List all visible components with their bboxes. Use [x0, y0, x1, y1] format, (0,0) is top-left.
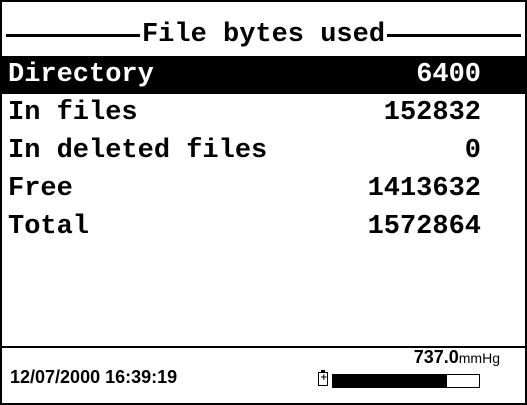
list-item-value: 1572864	[367, 212, 481, 242]
list-item-label: Total	[8, 212, 90, 242]
title-rule-left	[6, 33, 140, 37]
battery-level-fill	[333, 375, 447, 387]
file-bytes-list: Directory 6400 In files 152832 In delete…	[2, 56, 525, 246]
pressure-value: 737.0	[413, 347, 459, 367]
title-bar: File bytes used	[6, 18, 522, 52]
list-item-directory[interactable]: Directory 6400	[2, 56, 525, 94]
list-item-label: In files	[8, 98, 138, 128]
list-item-in-deleted-files[interactable]: In deleted files 0	[2, 132, 525, 170]
list-item-value: 6400	[416, 60, 481, 90]
list-item-label: Directory	[8, 60, 154, 90]
list-item-label: In deleted files	[8, 136, 268, 166]
list-item-in-files[interactable]: In files 152832	[2, 94, 525, 132]
list-item-total[interactable]: Total 1572864	[2, 208, 525, 246]
battery-level-bar	[332, 374, 480, 388]
list-item-value: 1413632	[367, 174, 481, 204]
list-item-value: 152832	[383, 98, 481, 128]
device-screen: File bytes used Directory 6400 In files …	[0, 0, 527, 405]
pressure-readout: 737.0mmHg	[414, 346, 500, 369]
battery-icon: +	[318, 370, 328, 386]
list-item-label: Free	[8, 174, 73, 204]
status-datetime: 12/07/2000 16:39:19	[10, 367, 178, 387]
pressure-unit: mmHg	[458, 350, 500, 366]
list-item-value: 0	[464, 136, 481, 166]
list-item-free[interactable]: Free 1413632	[2, 170, 525, 208]
title-rule-right	[387, 33, 522, 37]
page-title: File bytes used	[141, 20, 386, 50]
